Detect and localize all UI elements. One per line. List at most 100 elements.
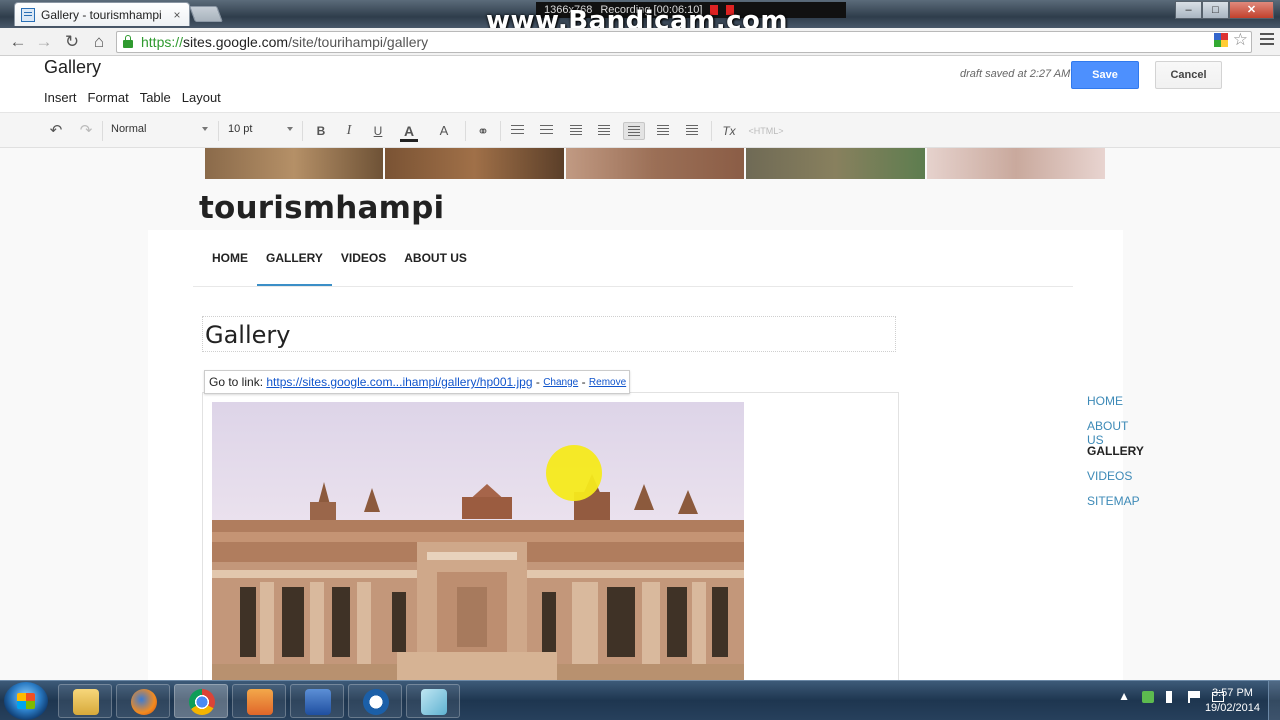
reload-icon[interactable]: ↻ bbox=[62, 32, 82, 52]
show-desktop-button[interactable] bbox=[1268, 681, 1280, 720]
outdent-icon[interactable] bbox=[570, 125, 582, 136]
site-title[interactable]: tourismhampi bbox=[199, 190, 444, 226]
chrome-icon bbox=[189, 689, 215, 715]
link-bubble-url[interactable]: https://sites.google.com...ihampi/galler… bbox=[266, 375, 532, 389]
sidebar-item-sitemap[interactable]: SITEMAP bbox=[1087, 494, 1144, 519]
link-change-button[interactable]: Change bbox=[543, 377, 578, 388]
link-bubble: Go to link: https://sites.google.com...i… bbox=[204, 370, 631, 394]
taskbar-firefox[interactable] bbox=[116, 684, 170, 718]
page-title[interactable]: Gallery bbox=[205, 321, 290, 349]
tray-expand-icon[interactable]: ▲ bbox=[1118, 689, 1130, 703]
sites-editor-header: Gallery Insert Format Table Layout draft… bbox=[0, 56, 1280, 112]
taskbar-word[interactable] bbox=[290, 684, 344, 718]
highlight-color-icon[interactable]: A bbox=[435, 122, 453, 140]
align-left-button[interactable] bbox=[623, 122, 645, 140]
link-icon[interactable]: ⚭ bbox=[474, 122, 492, 140]
taskbar-app-c[interactable] bbox=[348, 684, 402, 718]
link-bubble-separator: - bbox=[578, 375, 589, 389]
font-size-select[interactable]: 10 pt bbox=[228, 123, 252, 135]
editor-page-name: Gallery bbox=[44, 57, 102, 77]
taskbar-app[interactable] bbox=[406, 684, 460, 718]
banner-photo bbox=[926, 148, 1106, 179]
nav-gallery[interactable]: GALLERY bbox=[257, 250, 332, 286]
header-banner-image bbox=[205, 148, 1106, 179]
align-center-icon[interactable] bbox=[657, 125, 669, 136]
extension-icon[interactable] bbox=[1214, 33, 1228, 47]
taskbar-media-player[interactable] bbox=[232, 684, 286, 718]
firefox-icon bbox=[131, 689, 157, 715]
browser-toolbar: ← → ↻ ⌂ https://sites.google.com/site/to… bbox=[0, 28, 1280, 56]
home-icon[interactable]: ⌂ bbox=[89, 32, 109, 52]
banner-photo bbox=[385, 148, 564, 179]
sidebar-item-videos[interactable]: VIDEOS bbox=[1087, 469, 1144, 494]
maximize-button[interactable]: □ bbox=[1202, 1, 1229, 19]
toolbar-separator bbox=[500, 121, 501, 141]
nav-about-us[interactable]: ABOUT US bbox=[395, 250, 476, 286]
menu-layout[interactable]: Layout bbox=[182, 90, 221, 105]
minimize-button[interactable]: – bbox=[1175, 1, 1202, 19]
url-host: sites.google.com bbox=[183, 34, 289, 50]
redo-icon[interactable]: ↷ bbox=[76, 122, 96, 140]
paragraph-style-select[interactable]: Normal bbox=[111, 123, 146, 135]
font-color-icon[interactable]: A bbox=[400, 122, 418, 140]
menu-format[interactable]: Format bbox=[88, 90, 129, 105]
app-c-icon bbox=[363, 689, 389, 715]
url-text: https://sites.google.com/site/tourihampi… bbox=[141, 34, 428, 50]
nav-divider bbox=[193, 286, 1073, 287]
link-bubble-separator: - bbox=[532, 375, 544, 389]
clear-formatting-icon[interactable]: Tx bbox=[720, 122, 738, 140]
undo-icon[interactable]: ↶ bbox=[46, 122, 66, 140]
sidebar-item-about-us[interactable]: ABOUT US bbox=[1087, 419, 1144, 447]
back-arrow-icon[interactable]: ← bbox=[8, 32, 28, 52]
start-button[interactable] bbox=[4, 682, 48, 720]
action-center-flag-icon[interactable] bbox=[1188, 691, 1200, 703]
temple-photo-illustration bbox=[212, 474, 744, 680]
taskbar-chrome[interactable] bbox=[174, 684, 228, 718]
toolbar-separator bbox=[302, 121, 303, 141]
font-color-swatch bbox=[400, 139, 418, 142]
forward-arrow-icon[interactable]: → bbox=[34, 32, 54, 52]
folder-icon bbox=[73, 689, 99, 715]
save-button[interactable]: Save bbox=[1071, 61, 1139, 89]
sidebar-item-home[interactable]: HOME bbox=[1087, 394, 1144, 419]
page-title-field[interactable]: Gallery bbox=[202, 316, 896, 352]
italic-button[interactable]: I bbox=[340, 122, 358, 140]
volume-icon[interactable] bbox=[1166, 691, 1176, 703]
align-right-icon[interactable] bbox=[686, 125, 698, 136]
toolbar-separator bbox=[711, 121, 712, 141]
menu-insert[interactable]: Insert bbox=[44, 90, 77, 105]
numbered-list-icon[interactable] bbox=[511, 125, 524, 136]
taskbar-clock[interactable]: 3:57 PM 19/02/2014 bbox=[1205, 686, 1260, 716]
underline-button[interactable]: U bbox=[369, 122, 387, 140]
banner-photo bbox=[205, 148, 384, 179]
toolbar-separator bbox=[102, 121, 103, 141]
taskbar-explorer[interactable] bbox=[58, 684, 112, 718]
toolbar-separator bbox=[218, 121, 219, 141]
google-sites-favicon-icon bbox=[21, 7, 35, 22]
cancel-button[interactable]: Cancel bbox=[1155, 61, 1222, 89]
media-player-icon bbox=[247, 689, 273, 715]
tab-close-icon[interactable]: × bbox=[171, 8, 183, 22]
nav-videos[interactable]: VIDEOS bbox=[332, 250, 395, 286]
new-tab-button[interactable] bbox=[189, 6, 223, 22]
address-bar[interactable]: https://sites.google.com/site/tourihampi… bbox=[116, 31, 1252, 53]
indent-icon[interactable] bbox=[598, 125, 610, 136]
gallery-image-hampi-temple[interactable] bbox=[212, 402, 744, 680]
sidebar-item-gallery[interactable]: GALLERY bbox=[1087, 444, 1144, 469]
link-remove-button[interactable]: Remove bbox=[589, 377, 626, 388]
url-path: /site/tourihampi/gallery bbox=[288, 34, 429, 50]
url-scheme: https:// bbox=[141, 34, 184, 50]
page-content-area: HOME GALLERY VIDEOS ABOUT US Gallery Go … bbox=[148, 230, 1144, 680]
menu-table[interactable]: Table bbox=[140, 90, 171, 105]
bookmark-star-icon[interactable]: ☆ bbox=[1233, 30, 1248, 50]
close-window-button[interactable]: ✕ bbox=[1229, 1, 1274, 19]
align-left-icon bbox=[628, 126, 640, 137]
html-button[interactable]: <HTML> bbox=[746, 122, 786, 140]
site-canvas: tourismhampi HOME GALLERY VIDEOS ABOUT U… bbox=[0, 148, 1280, 680]
network-icon[interactable] bbox=[1142, 691, 1154, 703]
bold-button[interactable]: B bbox=[312, 122, 330, 140]
bulleted-list-icon[interactable] bbox=[540, 125, 553, 136]
chrome-menu-icon[interactable] bbox=[1260, 33, 1274, 45]
browser-tab[interactable]: Gallery - tourismhampi × bbox=[14, 2, 190, 26]
nav-home[interactable]: HOME bbox=[203, 250, 257, 286]
